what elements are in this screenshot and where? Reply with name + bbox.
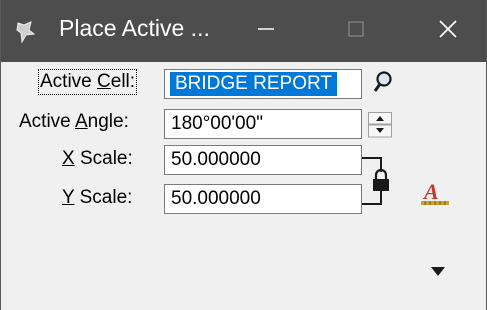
close-button[interactable]	[418, 0, 478, 62]
close-icon	[437, 18, 459, 45]
dropdown-triangle-icon[interactable]	[430, 265, 446, 283]
active-cell-input[interactable]: BRIDGE REPORT	[164, 69, 362, 99]
active-cell-value: BRIDGE REPORT	[170, 72, 337, 96]
active-angle-value: 180°00'00"	[171, 113, 263, 134]
y-scale-label: Y Scale:	[62, 187, 133, 208]
svg-text:A: A	[422, 179, 439, 204]
y-scale-value: 50.000000	[171, 188, 261, 209]
minimize-button[interactable]	[236, 0, 296, 62]
minimize-icon	[256, 19, 276, 44]
place-active-cell-dialog: Place Active ... Active Cell: BRIDGE REP…	[0, 0, 487, 310]
x-scale-value: 50.000000	[171, 149, 261, 170]
window-title: Place Active ...	[59, 15, 210, 41]
active-angle-input[interactable]: 180°00'00"	[164, 109, 362, 139]
x-scale-input[interactable]: 50.000000	[164, 145, 362, 175]
magnifier-icon[interactable]	[373, 70, 399, 101]
spinner-updown-icon[interactable]	[368, 112, 392, 143]
active-cell-label: Active Cell:	[37, 69, 138, 95]
title-bar[interactable]: Place Active ...	[1, 0, 486, 62]
x-scale-label: X Scale:	[62, 148, 133, 169]
active-angle-label: Active Angle:	[19, 111, 129, 132]
app-icon	[15, 21, 37, 44]
font-settings-icon[interactable]: A	[420, 179, 450, 214]
lock-icon[interactable]	[370, 168, 392, 197]
maximize-button	[326, 0, 386, 62]
dialog-body: Active Cell: BRIDGE REPORT Active Angle:…	[1, 62, 486, 310]
maximize-icon	[346, 19, 366, 44]
y-scale-input[interactable]: 50.000000	[164, 184, 362, 214]
